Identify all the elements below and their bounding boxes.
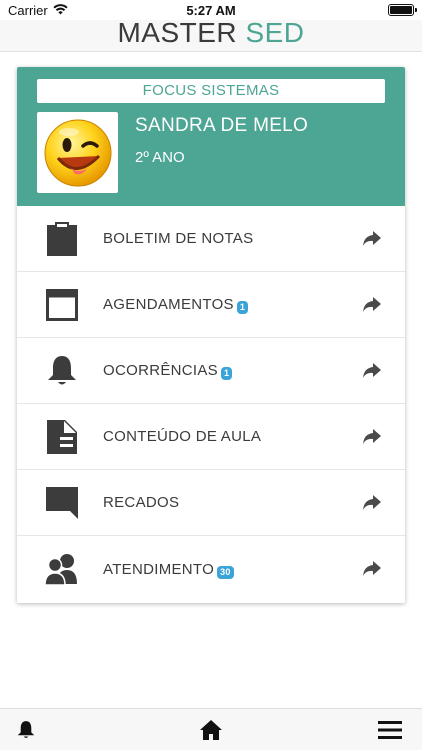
- menu-item-label: OCORRÊNCIAS 1: [103, 361, 233, 380]
- menu-item-atendimento[interactable]: ATENDIMENTO 30: [17, 536, 405, 602]
- share-arrow-icon: [363, 428, 381, 445]
- winking-smiley-icon: [44, 119, 111, 186]
- organization-label: FOCUS SISTEMAS: [37, 79, 385, 103]
- menu-item-label: AGENDAMENTOS 1: [103, 295, 249, 314]
- share-arrow-icon: [363, 494, 381, 511]
- tab-notifications[interactable]: [13, 717, 39, 743]
- bell-icon: [17, 721, 35, 738]
- student-card: FOCUS SISTEMAS SANDRA DE MELO 2º ANO BOL…: [17, 67, 405, 603]
- users-icon: [45, 552, 79, 586]
- document-icon: [45, 419, 79, 454]
- menu-item-label: CONTEÚDO DE AULA: [103, 428, 262, 445]
- calendar-window-icon: [45, 288, 79, 322]
- menu-item-boletim-de-notas[interactable]: BOLETIM DE NOTAS: [17, 206, 405, 272]
- student-grade: 2º ANO: [135, 149, 185, 166]
- menu-item-recados[interactable]: RECADOS: [17, 470, 405, 536]
- app-title-master: MASTER: [117, 17, 238, 48]
- bottom-tab-bar: [0, 708, 422, 750]
- share-arrow-icon: [363, 296, 381, 313]
- share-arrow-icon: [363, 230, 381, 247]
- tab-home[interactable]: [198, 717, 224, 743]
- menu-item-label: RECADOS: [103, 494, 180, 511]
- menu-icon: [378, 721, 402, 739]
- app-header: MASTER SED: [0, 17, 422, 52]
- tab-menu[interactable]: [377, 717, 403, 743]
- home-icon: [200, 720, 222, 740]
- share-arrow-icon: [363, 561, 381, 577]
- menu-item-conteudo-de-aula[interactable]: CONTEÚDO DE AULA: [17, 404, 405, 470]
- bell-icon: [45, 354, 79, 388]
- menu-item-ocorrencias[interactable]: OCORRÊNCIAS 1: [17, 338, 405, 404]
- status-time: 5:27 AM: [186, 2, 236, 18]
- count-badge: 1: [236, 301, 249, 314]
- student-header: FOCUS SISTEMAS SANDRA DE MELO 2º ANO: [17, 67, 405, 206]
- menu-item-agendamentos[interactable]: AGENDAMENTOS 1: [17, 272, 405, 338]
- app-title-sed: SED: [245, 17, 305, 48]
- clipboard-icon: [45, 221, 79, 256]
- count-badge: 30: [217, 565, 234, 579]
- count-badge: 1: [220, 367, 233, 380]
- main-menu: BOLETIM DE NOTAS AGENDAMENTOS 1 OCORRÊNC…: [17, 206, 405, 602]
- avatar[interactable]: [37, 112, 118, 193]
- battery-icon: [388, 4, 417, 16]
- chat-bubble-icon: [45, 486, 79, 520]
- menu-item-label: ATENDIMENTO 30: [103, 560, 234, 579]
- share-arrow-icon: [363, 362, 381, 379]
- student-name: SANDRA DE MELO: [135, 115, 309, 136]
- menu-item-label: BOLETIM DE NOTAS: [103, 230, 254, 247]
